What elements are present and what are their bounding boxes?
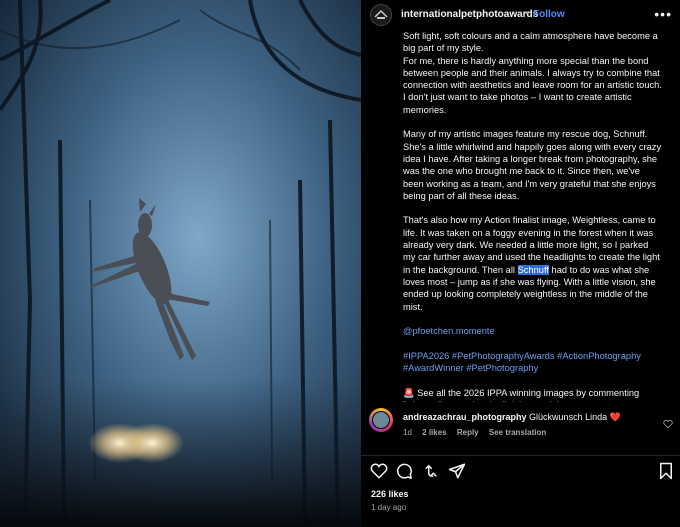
comment-item: andreazachrau_photography Glückwunsch Li… [369, 406, 679, 442]
caption-paragraph-1-rest: For me, there is hardly anything more sp… [403, 55, 662, 115]
caption-hashtags: #IPPA2026 #PetPhotographyAwards #ActionP… [403, 350, 663, 375]
likes-count[interactable]: 226 likes [371, 489, 409, 499]
comments-panel: internationalpetphotoawards • Follow •••… [361, 0, 680, 527]
highlighted-word: Schnuff [517, 264, 549, 275]
hashtags-link[interactable]: #IPPA2026 #PetPhotographyAwards #ActionP… [403, 351, 641, 373]
reply-button[interactable]: Reply [457, 428, 479, 437]
commenter-avatar[interactable] [369, 408, 393, 432]
dog-jumping-photo [0, 0, 361, 527]
heart-icon[interactable] [370, 462, 388, 485]
follow-button[interactable]: Follow [533, 9, 565, 20]
account-username[interactable]: internationalpetphotoawards [401, 9, 538, 20]
post-header: internationalpetphotoawards • Follow ••• [361, 0, 680, 30]
account-avatar[interactable] [370, 4, 392, 26]
siren-emoji-icon: 🚨 [403, 387, 415, 398]
caption-paragraph-1: Soft light, soft colours and a calm atmo… [403, 30, 663, 116]
caption-paragraph-3: That's also how my Action finalist image… [403, 214, 663, 312]
comment-meta: 1d 2 likes Reply See translation [403, 428, 554, 437]
comment-time: 1d [403, 428, 412, 437]
action-bar [361, 460, 680, 482]
comment-likes[interactable]: 2 likes [422, 428, 446, 437]
share-icon[interactable] [422, 462, 440, 485]
commenter-username[interactable]: andreazachrau_photography [403, 412, 527, 422]
see-translation-button[interactable]: See translation [489, 428, 546, 437]
comment-body: Glückwunsch Linda [529, 412, 608, 422]
caption-cta: 🚨 See all the 2026 IPPA winning images b… [403, 387, 663, 402]
caption-mention: @pfoetchen.momente [403, 325, 663, 337]
bookmark-icon[interactable] [658, 462, 674, 485]
post-view: internationalpetphotoawards • Follow •••… [0, 0, 680, 527]
comment-text: andreazachrau_photography Glückwunsch Li… [403, 412, 621, 423]
caption-cta-text: See all the 2026 IPPA winning images by … [403, 387, 640, 402]
comment-icon[interactable] [395, 462, 413, 485]
separator-dot: • [525, 8, 529, 19]
more-options-icon[interactable]: ••• [654, 6, 672, 22]
post-photo[interactable] [0, 0, 361, 527]
heart-emoji-icon: ❤️ [609, 412, 621, 422]
post-caption: Soft light, soft colours and a calm atmo… [403, 30, 663, 402]
comment-like-icon[interactable] [663, 416, 673, 434]
post-date: 1 day ago [371, 503, 407, 512]
caption-line-intro: Soft light, soft colours and a calm atmo… [403, 31, 658, 54]
actions-divider [361, 455, 680, 456]
mention-link[interactable]: @pfoetchen.momente [403, 326, 495, 336]
caption-paragraph-2: Many of my artistic images feature my re… [403, 129, 662, 201]
send-icon[interactable] [448, 462, 466, 485]
